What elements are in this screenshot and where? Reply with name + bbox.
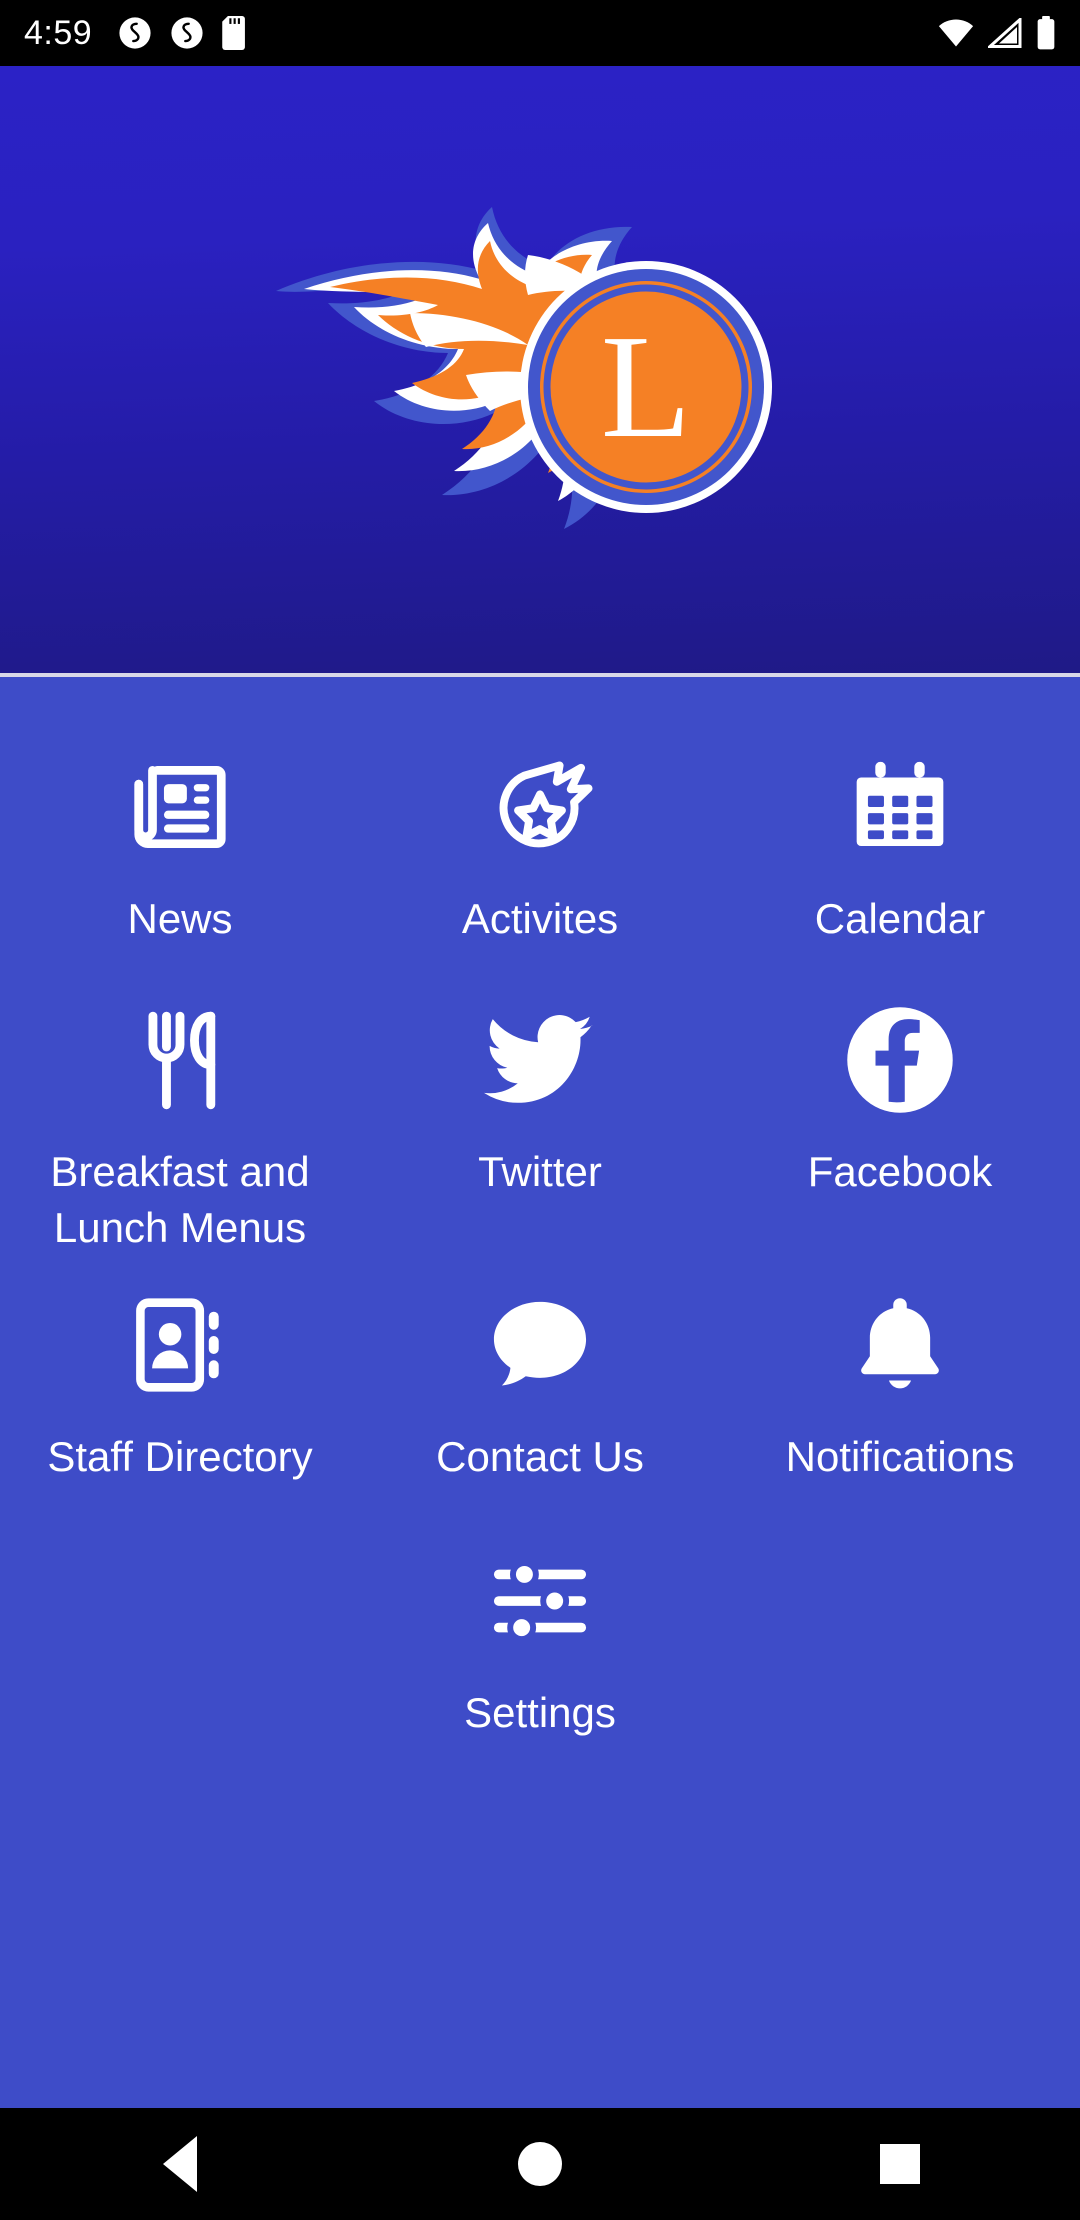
menu-grid-row: News Activites Calendar [0, 711, 1080, 946]
address-book-icon [110, 1275, 250, 1415]
status-bar-clock: 4:59 [24, 13, 93, 52]
fork-knife-icon [110, 990, 250, 1130]
comet-star-icon [470, 737, 610, 877]
android-navigation-bar [0, 2108, 1080, 2220]
menu-tile-label: Breakfast and Lunch Menus [50, 1148, 310, 1251]
menu-tile-label: Contact Us [436, 1433, 644, 1481]
menu-tile-breakfast-and-lunch-menus[interactable]: Breakfast and Lunch Menus [0, 946, 360, 1255]
back-triangle-icon [163, 2136, 197, 2192]
menu-tile-activites[interactable]: Activites [360, 711, 720, 946]
menu-tile-notifications[interactable]: Notifications [720, 1255, 1080, 1484]
menu-grid-row: Settings [0, 1485, 1080, 1740]
nav-recents-button[interactable] [840, 2108, 960, 2220]
sliders-icon [470, 1531, 610, 1671]
menu-tile-contact-us[interactable]: Contact Us [360, 1255, 720, 1484]
menu-tile-label: Facebook [807, 1148, 993, 1196]
nav-back-button[interactable] [120, 2108, 240, 2220]
nav-home-button[interactable] [480, 2108, 600, 2220]
twitter-bird-icon [470, 990, 610, 1130]
menu-tile-label: Settings [464, 1688, 616, 1736]
menu-tile-label: Notifications [785, 1433, 1015, 1481]
status-bar-notification-icons [118, 16, 248, 50]
bell-icon [830, 1275, 970, 1415]
menu-grid-row: Staff Directory Contact Us Notifications [0, 1255, 1080, 1484]
sync-disc-icon [119, 17, 151, 49]
menu-grid-area: News Activites Calendar Breakfast and Lu… [0, 677, 1080, 2108]
logo-letter: L [601, 305, 691, 469]
battery-full-icon [1037, 16, 1055, 50]
status-bar-system-icons [938, 16, 1056, 50]
menu-tile-label: Activites [461, 895, 619, 942]
menu-tile-label: News [127, 895, 233, 942]
newspaper-icon [110, 737, 250, 877]
cellular-signal-icon [988, 18, 1022, 48]
sync-disc-icon [171, 17, 203, 49]
home-circle-icon [518, 2142, 562, 2186]
status-bar: 4:59 [0, 0, 1080, 66]
app-screen: 4:59 L News Activites Calendar Breakfast… [0, 0, 1080, 2220]
menu-tile-facebook[interactable]: Facebook [720, 946, 1080, 1255]
menu-tile-news[interactable]: News [0, 711, 360, 946]
menu-tile-settings[interactable]: Settings [360, 1485, 720, 1740]
menu-tile-staff-directory[interactable]: Staff Directory [0, 1255, 360, 1484]
app-header-banner: L [0, 66, 1080, 677]
school-logo: L [260, 163, 820, 563]
menu-tile-calendar[interactable]: Calendar [720, 711, 1080, 946]
recents-square-icon [880, 2144, 920, 2184]
menu-grid-row: Breakfast and Lunch Menus Twitter Facebo… [0, 946, 1080, 1255]
facebook-icon [830, 990, 970, 1130]
sd-card-icon [222, 16, 246, 50]
menu-tile-label: Calendar [814, 895, 986, 942]
calendar-icon [830, 737, 970, 877]
menu-tile-twitter[interactable]: Twitter [360, 946, 720, 1255]
wifi-icon [938, 19, 974, 47]
menu-tile-label: Twitter [478, 1148, 602, 1196]
menu-tile-label: Staff Directory [47, 1433, 313, 1481]
speech-bubble-icon [470, 1275, 610, 1415]
